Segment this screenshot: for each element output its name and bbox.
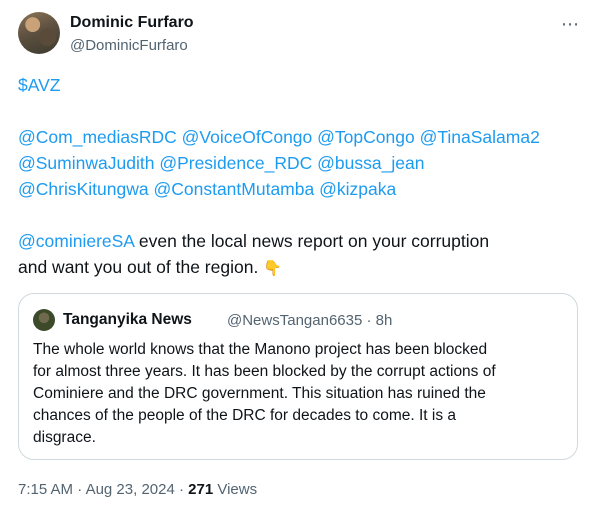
views-count[interactable]: 271 bbox=[188, 481, 213, 498]
author-avatar[interactable] bbox=[18, 12, 60, 54]
quoted-meta: @NewsTangan6635 · 8h bbox=[227, 312, 392, 329]
mention-link[interactable]: @ChrisKitungwa bbox=[18, 179, 149, 199]
quoted-text-line: disgrace. bbox=[33, 429, 96, 446]
tweet-date[interactable]: Aug 23, 2024 bbox=[86, 481, 175, 498]
footer-separator: · bbox=[174, 481, 189, 498]
quoted-text-line: for almost three years. It has been bloc… bbox=[33, 363, 496, 380]
author-name[interactable]: Dominic Furfaro bbox=[70, 14, 194, 32]
tweet: Dominic Furfaro @DominicFurfaro ⋯ $AVZ @… bbox=[0, 0, 598, 510]
meta-separator: · bbox=[362, 312, 376, 329]
quoted-time[interactable]: 8h bbox=[376, 312, 393, 329]
mention-line-2: @SuminwaJudith @Presidence_RDC @bussa_je… bbox=[18, 150, 583, 176]
quoted-text-line: The whole world knows that the Manono pr… bbox=[33, 341, 488, 358]
quoted-text-line: Cominiere and the DRC government. This s… bbox=[33, 385, 486, 402]
mention-link[interactable]: @Com_mediasRDC bbox=[18, 127, 177, 147]
quoted-text: The whole world knows that the Manono pr… bbox=[33, 339, 568, 449]
mention-link[interactable]: @cominiereSA bbox=[18, 231, 134, 251]
mention-link[interactable]: @kizpaka bbox=[319, 179, 396, 199]
reply-text: even the local news report on your corru… bbox=[134, 231, 490, 251]
author-handle[interactable]: @DominicFurfaro bbox=[70, 37, 188, 54]
mention-link[interactable]: @ConstantMutamba bbox=[153, 179, 314, 199]
quoted-author-avatar[interactable] bbox=[33, 309, 55, 331]
reply-text: and want you out of the region. bbox=[18, 257, 264, 277]
reply-line-2: and want you out of the region. 👇 bbox=[18, 254, 583, 280]
mention-link[interactable]: @SuminwaJudith bbox=[18, 153, 154, 173]
pointing-down-emoji-icon: 👇 bbox=[263, 260, 282, 277]
tweet-footer: 7:15 AM · Aug 23, 2024 · 271 Views bbox=[18, 481, 257, 498]
quoted-text-line: chances of the people of the DRC for dec… bbox=[33, 407, 457, 424]
footer-separator: · bbox=[73, 481, 86, 498]
cashtag-link[interactable]: $AVZ bbox=[18, 75, 60, 95]
mention-line-1: @Com_mediasRDC @VoiceOfCongo @TopCongo @… bbox=[18, 124, 583, 150]
mention-link[interactable]: @VoiceOfCongo bbox=[182, 127, 313, 147]
mention-line-3: @ChrisKitungwa @ConstantMutamba @kizpaka bbox=[18, 176, 583, 202]
mention-link[interactable]: @TinaSalama2 bbox=[420, 127, 540, 147]
tweet-time[interactable]: 7:15 AM bbox=[18, 481, 73, 498]
mention-link[interactable]: @Presidence_RDC bbox=[159, 153, 312, 173]
more-options-icon[interactable]: ⋯ bbox=[561, 14, 580, 35]
mention-link[interactable]: @bussa_jean bbox=[317, 153, 424, 173]
tweet-text: $AVZ @Com_mediasRDC @VoiceOfCongo @TopCo… bbox=[18, 72, 583, 280]
views-label: Views bbox=[213, 481, 258, 498]
reply-line-1: @cominiereSA even the local news report … bbox=[18, 228, 583, 254]
quoted-author-handle[interactable]: @NewsTangan6635 bbox=[227, 312, 362, 329]
quoted-tweet[interactable]: Tanganyika News @NewsTangan6635 · 8h The… bbox=[18, 293, 578, 460]
mention-link[interactable]: @TopCongo bbox=[317, 127, 415, 147]
quoted-author-name[interactable]: Tanganyika News bbox=[63, 311, 192, 329]
